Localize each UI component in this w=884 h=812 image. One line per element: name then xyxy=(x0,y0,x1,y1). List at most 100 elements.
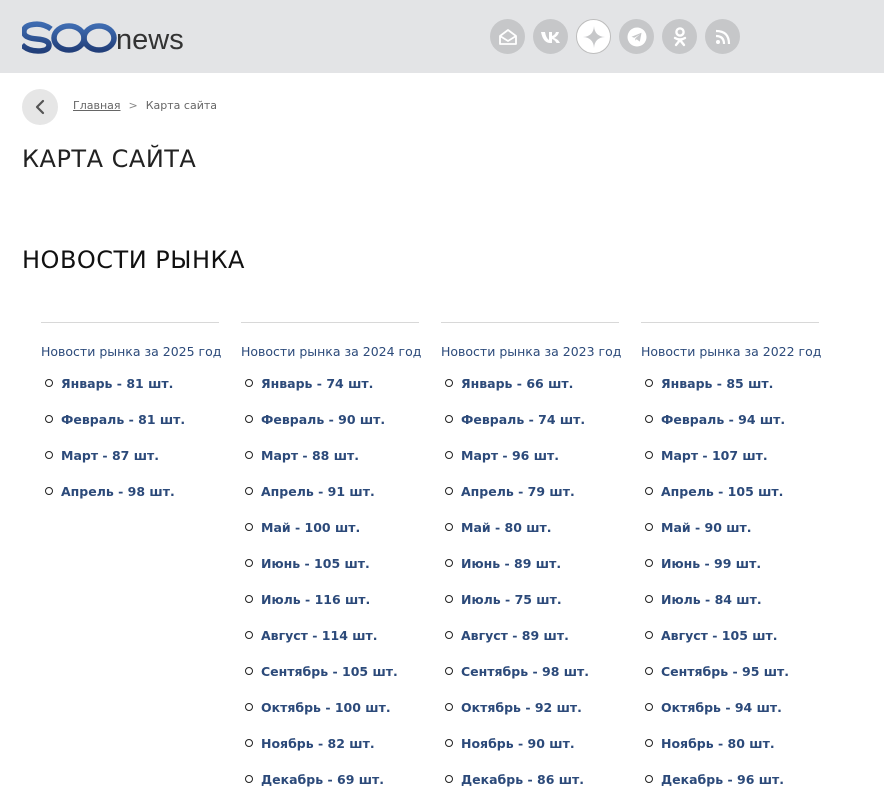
seonews-logo-mark: news xyxy=(22,21,184,56)
month-link[interactable]: Май - 100 шт. xyxy=(261,520,360,535)
month-link[interactable]: Февраль - 81 шт. xyxy=(61,412,185,427)
section-title: НОВОСТИ РЫНКА xyxy=(22,246,245,274)
list-item: Февраль - 94 шт. xyxy=(641,410,819,446)
year-title-link[interactable]: Новости рынка за 2024 год xyxy=(241,344,421,359)
month-link[interactable]: Июль - 75 шт. xyxy=(461,592,562,607)
month-link[interactable]: Март - 107 шт. xyxy=(661,448,768,463)
list-item: Октябрь - 100 шт. xyxy=(241,698,419,734)
list-item: Июль - 75 шт. xyxy=(441,590,619,626)
month-link[interactable]: Январь - 81 шт. xyxy=(61,376,173,391)
list-item: Декабрь - 69 шт. xyxy=(241,770,419,806)
chevron-left-icon xyxy=(35,99,45,115)
column-divider xyxy=(41,322,219,323)
month-link[interactable]: Октябрь - 100 шт. xyxy=(261,700,391,715)
month-link[interactable]: Январь - 66 шт. xyxy=(461,376,573,391)
list-item: Февраль - 81 шт. xyxy=(41,410,219,446)
telegram-icon[interactable] xyxy=(619,19,654,54)
month-link[interactable]: Январь - 85 шт. xyxy=(661,376,773,391)
month-link[interactable]: Март - 96 шт. xyxy=(461,448,559,463)
month-link[interactable]: Октябрь - 92 шт. xyxy=(461,700,582,715)
month-link[interactable]: Июнь - 99 шт. xyxy=(661,556,761,571)
odnoklassniki-icon[interactable] xyxy=(662,19,697,54)
breadcrumb-current: Карта сайта xyxy=(145,99,217,112)
column-divider xyxy=(641,322,819,323)
month-link[interactable]: Декабрь - 86 шт. xyxy=(461,772,584,787)
list-item: Август - 114 шт. xyxy=(241,626,419,662)
month-link[interactable]: Июнь - 89 шт. xyxy=(461,556,561,571)
month-link[interactable]: Февраль - 94 шт. xyxy=(661,412,785,427)
month-link[interactable]: Май - 90 шт. xyxy=(661,520,752,535)
month-link[interactable]: Сентябрь - 95 шт. xyxy=(661,664,789,679)
month-link[interactable]: Июль - 116 шт. xyxy=(261,592,370,607)
month-link[interactable]: Ноябрь - 90 шт. xyxy=(461,736,575,751)
column-divider xyxy=(441,322,619,323)
month-link[interactable]: Апрель - 98 шт. xyxy=(61,484,175,499)
month-link[interactable]: Август - 105 шт. xyxy=(661,628,778,643)
list-item: Июнь - 105 шт. xyxy=(241,554,419,590)
year-column: Новости рынка за 2023 год Январь - 66 шт.… xyxy=(441,322,621,806)
breadcrumb-separator: > xyxy=(128,99,138,112)
month-link[interactable]: Апрель - 91 шт. xyxy=(261,484,375,499)
svg-text:news: news xyxy=(116,24,184,56)
list-item: Ноябрь - 80 шт. xyxy=(641,734,819,770)
list-item: Март - 88 шт. xyxy=(241,446,419,482)
column-divider xyxy=(241,322,419,323)
month-link[interactable]: Март - 88 шт. xyxy=(261,448,359,463)
month-link[interactable]: Сентябрь - 105 шт. xyxy=(261,664,398,679)
list-item: Июль - 116 шт. xyxy=(241,590,419,626)
month-list: Январь - 81 шт. Февраль - 81 шт. Март - 87… xyxy=(41,374,219,518)
month-link[interactable]: Август - 114 шт. xyxy=(261,628,378,643)
month-link[interactable]: Ноябрь - 80 шт. xyxy=(661,736,775,751)
month-link[interactable]: Январь - 74 шт. xyxy=(261,376,373,391)
list-item: Май - 80 шт. xyxy=(441,518,619,554)
list-item: Январь - 85 шт. xyxy=(641,374,819,410)
back-button[interactable] xyxy=(22,89,58,125)
year-title-link[interactable]: Новости рынка за 2025 год xyxy=(41,344,221,359)
month-list: Январь - 85 шт. Февраль - 94 шт. Март - 10… xyxy=(641,374,819,806)
list-item: Январь - 66 шт. xyxy=(441,374,619,410)
list-item: Май - 100 шт. xyxy=(241,518,419,554)
month-link[interactable]: Июль - 84 шт. xyxy=(661,592,762,607)
month-link[interactable]: Март - 87 шт. xyxy=(61,448,159,463)
list-item: Сентябрь - 98 шт. xyxy=(441,662,619,698)
site-header: news seonews xyxy=(0,0,884,73)
month-link[interactable]: Май - 80 шт. xyxy=(461,520,552,535)
month-link[interactable]: Октябрь - 94 шт. xyxy=(661,700,782,715)
month-link[interactable]: Июнь - 105 шт. xyxy=(261,556,370,571)
month-link[interactable]: Февраль - 90 шт. xyxy=(261,412,385,427)
month-link[interactable]: Сентябрь - 98 шт. xyxy=(461,664,589,679)
list-item: Ноябрь - 90 шт. xyxy=(441,734,619,770)
vk-icon[interactable] xyxy=(533,19,568,54)
list-item: Сентябрь - 105 шт. xyxy=(241,662,419,698)
list-item: Август - 89 шт. xyxy=(441,626,619,662)
month-link[interactable]: Ноябрь - 82 шт. xyxy=(261,736,375,751)
month-link[interactable]: Декабрь - 96 шт. xyxy=(661,772,784,787)
list-item: Октябрь - 94 шт. xyxy=(641,698,819,734)
year-title-link[interactable]: Новости рынка за 2022 год xyxy=(641,344,821,359)
month-link[interactable]: Август - 89 шт. xyxy=(461,628,569,643)
list-item: Май - 90 шт. xyxy=(641,518,819,554)
seonews-logo[interactable]: news seonews xyxy=(22,16,192,56)
year-column: Новости рынка за 2024 год Январь - 74 шт.… xyxy=(241,322,421,806)
breadcrumb: Главная > Карта сайта xyxy=(73,99,217,112)
list-item: Апрель - 79 шт. xyxy=(441,482,619,518)
social-links xyxy=(490,19,740,54)
month-list: Январь - 74 шт. Февраль - 90 шт. Март - 88… xyxy=(241,374,419,806)
breadcrumb-home-link[interactable]: Главная xyxy=(73,99,121,112)
year-title-link[interactable]: Новости рынка за 2023 год xyxy=(441,344,621,359)
page-title: КАРТА САЙТА xyxy=(22,145,197,173)
month-link[interactable]: Февраль - 74 шт. xyxy=(461,412,585,427)
list-item: Декабрь - 96 шт. xyxy=(641,770,819,806)
month-link[interactable]: Декабрь - 69 шт. xyxy=(261,772,384,787)
list-item: Март - 87 шт. xyxy=(41,446,219,482)
list-item: Июнь - 89 шт. xyxy=(441,554,619,590)
list-item: Октябрь - 92 шт. xyxy=(441,698,619,734)
rss-icon[interactable] xyxy=(705,19,740,54)
dzen-icon[interactable] xyxy=(576,19,611,54)
email-icon[interactable] xyxy=(490,19,525,54)
list-item: Декабрь - 86 шт. xyxy=(441,770,619,806)
month-link[interactable]: Апрель - 105 шт. xyxy=(661,484,783,499)
list-item: Январь - 81 шт. xyxy=(41,374,219,410)
list-item: Июль - 84 шт. xyxy=(641,590,819,626)
month-link[interactable]: Апрель - 79 шт. xyxy=(461,484,575,499)
